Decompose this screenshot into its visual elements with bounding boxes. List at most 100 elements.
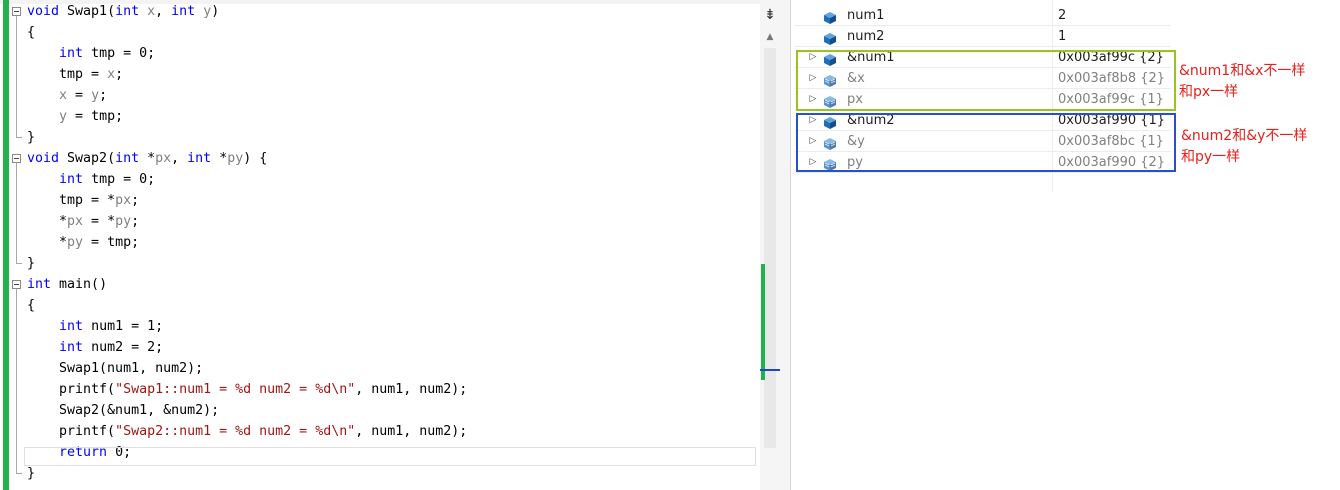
code-token: , [155, 4, 172, 19]
code-token: * [27, 235, 68, 250]
keyword-token: void [27, 4, 60, 19]
change-tracking-bar [3, 0, 9, 490]
parameter-token: px [115, 193, 132, 208]
code-line[interactable]: printf("Swap1::num1 = %d num2 = %d\n", n… [27, 379, 467, 400]
code-token: , [171, 151, 188, 166]
parameter-token: x [147, 4, 156, 19]
code-token: num1 = 1; [83, 319, 164, 334]
fold-guide-end [16, 137, 22, 138]
code-token: ; [115, 67, 124, 82]
keyword-token: int [59, 340, 84, 355]
code-token: ; [99, 88, 108, 103]
keyword-token: int [59, 319, 84, 334]
code-line[interactable]: int tmp = 0; [27, 43, 155, 64]
code-token: ) [211, 4, 220, 19]
watch-name[interactable]: num1 [847, 5, 884, 26]
keyword-token: void [27, 151, 60, 166]
code-token: { [27, 25, 36, 40]
code-line[interactable]: void Swap1(int x, int y) [27, 1, 219, 22]
parameter-token: py [115, 214, 132, 229]
code-token: } [27, 130, 36, 145]
annotation-note2-line1: &num2和&y不一样 [1181, 128, 1308, 144]
code-token: main() [51, 277, 108, 292]
current-line-highlight [24, 447, 756, 466]
code-line[interactable]: Swap1(num1, num2); [27, 358, 203, 379]
code-token: = tmp; [67, 109, 124, 124]
code-line[interactable]: int main() [27, 274, 107, 295]
code-token: ; [131, 193, 140, 208]
fold-guide-end [16, 263, 22, 264]
code-line[interactable]: } [27, 127, 35, 148]
code-token: ) { [243, 151, 268, 166]
code-line[interactable]: int num1 = 1; [27, 316, 163, 337]
code-token: Swap2( [59, 151, 116, 166]
keyword-token: int [59, 172, 84, 187]
code-line[interactable]: tmp = x; [27, 64, 123, 85]
split-editor-icon[interactable]: ⇟ [763, 6, 777, 24]
code-token: ; [131, 214, 140, 229]
parameter-token: y [59, 109, 68, 124]
code-line[interactable]: y = tmp; [27, 106, 123, 127]
code-token: * [27, 214, 68, 229]
variable-cube-icon [824, 30, 836, 45]
annotation-note1-line2: 和px一样 [1179, 84, 1239, 100]
collapse-minus-icon[interactable] [12, 154, 21, 163]
annotation-box-group1 [796, 50, 1176, 111]
code-token: * [211, 151, 228, 166]
code-token: = * [83, 214, 116, 229]
keyword-token: int [115, 151, 140, 166]
code-line[interactable]: { [27, 295, 35, 316]
code-token: printf( [27, 424, 116, 439]
keyword-token: int [115, 4, 140, 19]
code-token: tmp = * [27, 193, 116, 208]
code-line[interactable]: int num2 = 2; [27, 337, 163, 358]
code-line[interactable]: int tmp = 0; [27, 169, 155, 190]
parameter-token: py [227, 151, 244, 166]
code-token: } [27, 256, 36, 271]
code-token: } [27, 466, 36, 481]
code-line[interactable]: *px = *py; [27, 211, 139, 232]
code-line[interactable]: *py = tmp; [27, 232, 139, 253]
code-token: = tmp; [83, 235, 140, 250]
code-token: num2 = 2; [83, 340, 164, 355]
code-token: , num1, num2); [355, 424, 468, 439]
collapse-minus-icon[interactable] [12, 280, 21, 289]
scroll-up-arrow-icon[interactable]: ▲ [763, 30, 777, 44]
watch-value[interactable]: 2 [1058, 5, 1066, 26]
keyword-token: int [59, 46, 84, 61]
parameter-token: py [67, 235, 84, 250]
annotation-note1-line1: &num1和&x不一样 [1179, 63, 1306, 79]
code-line[interactable]: Swap2(&num1, &num2); [27, 400, 219, 421]
collapse-minus-icon[interactable] [12, 7, 21, 16]
code-token: Swap2(&num1, &num2); [27, 403, 220, 418]
code-line[interactable]: printf("Swap2::num1 = %d num2 = %d\n", n… [27, 421, 467, 442]
code-line[interactable]: x = y; [27, 85, 107, 106]
code-line[interactable]: } [27, 463, 35, 484]
annotation-box-group2 [796, 113, 1176, 172]
code-line[interactable]: } [27, 253, 35, 274]
code-line[interactable]: tmp = *px; [27, 190, 139, 211]
code-token: tmp = 0; [83, 172, 156, 187]
code-line[interactable]: { [27, 22, 35, 43]
fold-guide-line [16, 16, 17, 137]
code-token: Swap1( [59, 4, 116, 19]
watch-value[interactable]: 1 [1058, 26, 1066, 47]
code-line[interactable]: void Swap2(int *px, int *py) { [27, 148, 267, 169]
scrollbar-thumb[interactable] [764, 48, 776, 448]
string-token: "Swap2::num1 = %d num2 = %d\n" [115, 424, 356, 439]
keyword-token: int [171, 4, 196, 19]
scrollbar-change-marker [761, 264, 765, 380]
code-editor[interactable]: void Swap1(int x, int y){ int tmp = 0; t… [0, 0, 760, 490]
code-token: , num1, num2); [355, 382, 468, 397]
watch-name[interactable]: num2 [847, 26, 884, 47]
fold-guide-line [16, 163, 17, 263]
scrollbar-caret-marker [760, 369, 780, 371]
keyword-token: int [27, 277, 52, 292]
code-token: { [27, 298, 36, 313]
